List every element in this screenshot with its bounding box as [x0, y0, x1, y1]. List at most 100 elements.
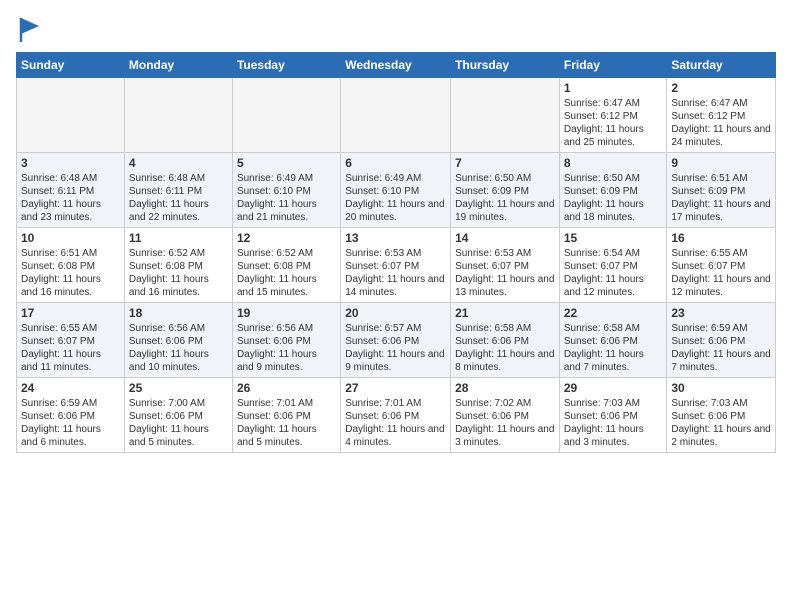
day-info: Sunrise: 6:58 AM Sunset: 6:06 PM Dayligh…	[455, 322, 555, 374]
calendar-day-8: 8 Sunrise: 6:50 AM Sunset: 6:09 PM Daylig…	[559, 153, 667, 228]
calendar-week-row: 17Sunrise: 6:55 AM Sunset: 6:07 PM Dayli…	[17, 303, 776, 378]
day-info: Sunrise: 6:53 AM Sunset: 6:07 PM Dayligh…	[455, 247, 555, 299]
calendar-day-empty	[232, 78, 340, 153]
day-info: Sunrise: 6:50 AM Sunset: 6:09 PM Dayligh…	[564, 172, 663, 224]
calendar-day-23: 23 Sunrise: 6:59 AM Sunset: 6:06 PM Dayli…	[667, 303, 776, 378]
day-info: Sunrise: 7:03 AM Sunset: 6:06 PM Dayligh…	[564, 397, 663, 449]
day-number: 17	[21, 306, 120, 320]
day-info: Sunrise: 6:56 AM Sunset: 6:06 PM Dayligh…	[237, 322, 336, 374]
calendar-day-5: 5 Sunrise: 6:49 AM Sunset: 6:10 PM Daylig…	[232, 153, 340, 228]
day-info: Sunrise: 6:56 AM Sunset: 6:06 PM Dayligh…	[129, 322, 228, 374]
calendar-day-6: 6 Sunrise: 6:49 AM Sunset: 6:10 PM Daylig…	[341, 153, 451, 228]
calendar-day-20: 20 Sunrise: 6:57 AM Sunset: 6:06 PM Dayli…	[341, 303, 451, 378]
day-info: Sunrise: 6:59 AM Sunset: 6:06 PM Dayligh…	[671, 322, 771, 374]
day-info: Sunrise: 6:57 AM Sunset: 6:06 PM Dayligh…	[345, 322, 446, 374]
page-header	[16, 16, 776, 44]
calendar-day-12: 12 Sunrise: 6:52 AM Sunset: 6:08 PM Dayli…	[232, 228, 340, 303]
calendar-day-empty	[124, 78, 232, 153]
day-info: Sunrise: 6:48 AM Sunset: 6:11 PM Dayligh…	[129, 172, 228, 224]
logo-flag-icon	[19, 16, 41, 44]
calendar-week-row: 1 Sunrise: 6:47 AM Sunset: 6:12 PM Daylig…	[17, 78, 776, 153]
day-number: 5	[237, 156, 336, 170]
calendar-day-29: 29Sunrise: 7:03 AM Sunset: 6:06 PM Dayli…	[559, 378, 667, 453]
day-info: Sunrise: 6:51 AM Sunset: 6:08 PM Dayligh…	[21, 247, 120, 299]
day-number: 28	[455, 381, 555, 395]
day-number: 27	[345, 381, 446, 395]
day-info: Sunrise: 6:59 AM Sunset: 6:06 PM Dayligh…	[21, 397, 120, 449]
calendar-day-26: 26 Sunrise: 7:01 AM Sunset: 6:06 PM Dayli…	[232, 378, 340, 453]
calendar-day-27: 27 Sunrise: 7:01 AM Sunset: 6:06 PM Dayli…	[341, 378, 451, 453]
calendar-day-21: 21 Sunrise: 6:58 AM Sunset: 6:06 PM Dayli…	[451, 303, 560, 378]
day-number: 15	[564, 231, 663, 245]
calendar-day-11: 11 Sunrise: 6:52 AM Sunset: 6:08 PM Dayli…	[124, 228, 232, 303]
day-info: Sunrise: 6:51 AM Sunset: 6:09 PM Dayligh…	[671, 172, 771, 224]
calendar-day-22: 22Sunrise: 6:58 AM Sunset: 6:06 PM Dayli…	[559, 303, 667, 378]
day-number: 30	[671, 381, 771, 395]
calendar-day-empty	[451, 78, 560, 153]
calendar-week-row: 24 Sunrise: 6:59 AM Sunset: 6:06 PM Dayli…	[17, 378, 776, 453]
day-number: 8	[564, 156, 663, 170]
day-number: 20	[345, 306, 446, 320]
weekday-header-saturday: Saturday	[667, 53, 776, 78]
day-info: Sunrise: 6:47 AM Sunset: 6:12 PM Dayligh…	[564, 97, 663, 149]
day-number: 22	[564, 306, 663, 320]
calendar-header-row: SundayMondayTuesdayWednesdayThursdayFrid…	[17, 53, 776, 78]
calendar-day-2: 2 Sunrise: 6:47 AM Sunset: 6:12 PM Daylig…	[667, 78, 776, 153]
calendar-day-17: 17Sunrise: 6:55 AM Sunset: 6:07 PM Dayli…	[17, 303, 125, 378]
day-info: Sunrise: 6:49 AM Sunset: 6:10 PM Dayligh…	[237, 172, 336, 224]
calendar-day-15: 15Sunrise: 6:54 AM Sunset: 6:07 PM Dayli…	[559, 228, 667, 303]
day-number: 19	[237, 306, 336, 320]
weekday-header-friday: Friday	[559, 53, 667, 78]
day-info: Sunrise: 6:55 AM Sunset: 6:07 PM Dayligh…	[671, 247, 771, 299]
day-number: 23	[671, 306, 771, 320]
day-number: 14	[455, 231, 555, 245]
weekday-header-thursday: Thursday	[451, 53, 560, 78]
day-number: 18	[129, 306, 228, 320]
calendar-day-3: 3 Sunrise: 6:48 AM Sunset: 6:11 PM Daylig…	[17, 153, 125, 228]
day-info: Sunrise: 6:52 AM Sunset: 6:08 PM Dayligh…	[129, 247, 228, 299]
day-info: Sunrise: 6:50 AM Sunset: 6:09 PM Dayligh…	[455, 172, 555, 224]
day-number: 25	[129, 381, 228, 395]
day-number: 1	[564, 81, 663, 95]
day-number: 26	[237, 381, 336, 395]
day-number: 7	[455, 156, 555, 170]
day-number: 6	[345, 156, 446, 170]
day-number: 13	[345, 231, 446, 245]
day-info: Sunrise: 7:01 AM Sunset: 6:06 PM Dayligh…	[345, 397, 446, 449]
calendar-day-24: 24 Sunrise: 6:59 AM Sunset: 6:06 PM Dayli…	[17, 378, 125, 453]
weekday-header-monday: Monday	[124, 53, 232, 78]
day-info: Sunrise: 7:01 AM Sunset: 6:06 PM Dayligh…	[237, 397, 336, 449]
calendar-day-empty	[341, 78, 451, 153]
day-number: 11	[129, 231, 228, 245]
calendar-day-10: 10 Sunrise: 6:51 AM Sunset: 6:08 PM Dayli…	[17, 228, 125, 303]
day-number: 3	[21, 156, 120, 170]
calendar-table: SundayMondayTuesdayWednesdayThursdayFrid…	[16, 52, 776, 453]
day-info: Sunrise: 7:02 AM Sunset: 6:06 PM Dayligh…	[455, 397, 555, 449]
calendar-day-empty	[17, 78, 125, 153]
calendar-day-4: 4 Sunrise: 6:48 AM Sunset: 6:11 PM Daylig…	[124, 153, 232, 228]
day-info: Sunrise: 7:00 AM Sunset: 6:06 PM Dayligh…	[129, 397, 228, 449]
day-number: 12	[237, 231, 336, 245]
logo	[16, 16, 41, 44]
day-info: Sunrise: 6:47 AM Sunset: 6:12 PM Dayligh…	[671, 97, 771, 149]
day-number: 10	[21, 231, 120, 245]
weekday-header-tuesday: Tuesday	[232, 53, 340, 78]
calendar-day-18: 18 Sunrise: 6:56 AM Sunset: 6:06 PM Dayli…	[124, 303, 232, 378]
day-info: Sunrise: 7:03 AM Sunset: 6:06 PM Dayligh…	[671, 397, 771, 449]
day-number: 16	[671, 231, 771, 245]
calendar-day-1: 1 Sunrise: 6:47 AM Sunset: 6:12 PM Daylig…	[559, 78, 667, 153]
calendar-day-28: 28 Sunrise: 7:02 AM Sunset: 6:06 PM Dayli…	[451, 378, 560, 453]
calendar-day-30: 30 Sunrise: 7:03 AM Sunset: 6:06 PM Dayli…	[667, 378, 776, 453]
day-info: Sunrise: 6:48 AM Sunset: 6:11 PM Dayligh…	[21, 172, 120, 224]
day-info: Sunrise: 6:52 AM Sunset: 6:08 PM Dayligh…	[237, 247, 336, 299]
calendar-day-14: 14 Sunrise: 6:53 AM Sunset: 6:07 PM Dayli…	[451, 228, 560, 303]
calendar-week-row: 3 Sunrise: 6:48 AM Sunset: 6:11 PM Daylig…	[17, 153, 776, 228]
calendar-day-13: 13Sunrise: 6:53 AM Sunset: 6:07 PM Dayli…	[341, 228, 451, 303]
calendar-day-9: 9Sunrise: 6:51 AM Sunset: 6:09 PM Daylig…	[667, 153, 776, 228]
day-number: 21	[455, 306, 555, 320]
day-number: 4	[129, 156, 228, 170]
day-number: 24	[21, 381, 120, 395]
day-number: 2	[671, 81, 771, 95]
day-info: Sunrise: 6:49 AM Sunset: 6:10 PM Dayligh…	[345, 172, 446, 224]
calendar-week-row: 10 Sunrise: 6:51 AM Sunset: 6:08 PM Dayli…	[17, 228, 776, 303]
